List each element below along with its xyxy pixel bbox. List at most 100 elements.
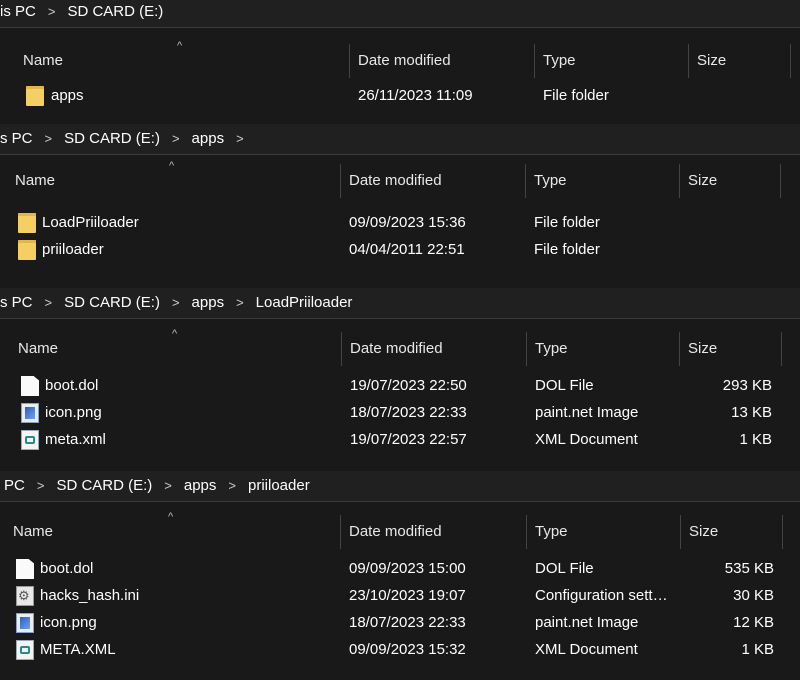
- breadcrumb-item-apps[interactable]: apps: [192, 130, 225, 147]
- file-name: meta.xml: [45, 431, 106, 448]
- file-row[interactable]: priiloader 04/04/2011 22:51 File folder: [0, 237, 800, 264]
- chevron-right-icon: >: [228, 478, 236, 493]
- column-divider[interactable]: [781, 332, 782, 366]
- file-size: 293 KB: [722, 377, 772, 394]
- column-divider[interactable]: [526, 332, 527, 366]
- column-header-size[interactable]: Size: [689, 523, 718, 540]
- column-divider[interactable]: [688, 44, 689, 78]
- column-header-name[interactable]: Name: [13, 523, 53, 540]
- breadcrumb-item-sd-card[interactable]: SD CARD (E:): [67, 3, 163, 20]
- sort-ascending-icon: ^: [177, 40, 183, 52]
- file-type: DOL File: [535, 560, 594, 577]
- breadcrumb-item-loadpriiloader[interactable]: LoadPriiloader: [256, 294, 353, 311]
- chevron-right-icon: >: [236, 295, 244, 310]
- file-row[interactable]: boot.dol 19/07/2023 22:50 DOL File 293 K…: [0, 373, 800, 400]
- breadcrumb-item-this-pc[interactable]: s PC: [0, 294, 33, 311]
- breadcrumb-item-this-pc[interactable]: is PC: [0, 3, 36, 20]
- column-header-type[interactable]: Type: [535, 523, 568, 540]
- column-divider[interactable]: [340, 515, 341, 549]
- file-type: File folder: [543, 87, 609, 104]
- column-header-size[interactable]: Size: [688, 172, 717, 189]
- column-divider[interactable]: [349, 44, 350, 78]
- address-bar[interactable]: s PC > SD CARD (E:) > apps >: [0, 124, 800, 155]
- breadcrumb-item-sd-card[interactable]: SD CARD (E:): [56, 477, 152, 494]
- file-icon: [16, 559, 34, 579]
- file-row[interactable]: icon.png 18/07/2023 22:33 paint.net Imag…: [0, 610, 800, 637]
- column-divider[interactable]: [679, 332, 680, 366]
- sort-ascending-icon: ^: [172, 328, 178, 340]
- column-header-date[interactable]: Date modified: [350, 340, 443, 357]
- folder-icon: [18, 240, 36, 260]
- column-header-name[interactable]: Name: [18, 340, 58, 357]
- address-bar[interactable]: is PC > SD CARD (E:): [0, 0, 800, 28]
- column-divider[interactable]: [340, 164, 341, 198]
- explorer-window-sdcard: is PC > SD CARD (E:) ^ Name Date modifie…: [0, 0, 800, 124]
- column-header-date[interactable]: Date modified: [349, 172, 442, 189]
- breadcrumb-item-priiloader[interactable]: priiloader: [248, 477, 310, 494]
- column-divider[interactable]: [341, 332, 342, 366]
- file-date: 26/11/2023 11:09: [358, 87, 473, 104]
- file-date: 23/10/2023 19:07: [349, 587, 466, 604]
- column-divider[interactable]: [782, 515, 783, 549]
- column-header-name[interactable]: Name: [15, 172, 55, 189]
- column-header-row: ^ Name Date modified Type Size: [0, 324, 800, 372]
- address-bar[interactable]: s PC > SD CARD (E:) > apps > LoadPriiloa…: [0, 288, 800, 319]
- address-bar[interactable]: PC > SD CARD (E:) > apps > priiloader: [0, 471, 800, 502]
- column-header-size[interactable]: Size: [697, 52, 726, 69]
- column-header-size[interactable]: Size: [688, 340, 717, 357]
- file-name: boot.dol: [45, 377, 99, 394]
- column-divider[interactable]: [526, 515, 527, 549]
- chevron-right-icon: >: [171, 295, 180, 310]
- file-date: 18/07/2023 22:33: [349, 614, 466, 631]
- breadcrumb-item-apps[interactable]: apps: [192, 294, 225, 311]
- column-header-type[interactable]: Type: [535, 340, 568, 357]
- breadcrumb-item-sd-card[interactable]: SD CARD (E:): [64, 130, 160, 147]
- file-date: 18/07/2023 22:33: [350, 404, 467, 421]
- column-header-row: ^ Name Date modified Type Size: [0, 36, 800, 84]
- chevron-right-icon: >: [44, 131, 53, 146]
- column-header-row: ^ Name Date modified Type Size: [0, 507, 800, 555]
- file-type: File folder: [534, 241, 600, 258]
- column-header-row: ^ Name Date modified Type Size: [0, 156, 800, 204]
- file-date: 04/04/2011 22:51: [349, 241, 465, 258]
- breadcrumb-item-this-pc[interactable]: s PC: [0, 130, 33, 147]
- chevron-right-icon: >: [236, 131, 244, 146]
- file-row[interactable]: icon.png 18/07/2023 22:33 paint.net Imag…: [0, 400, 800, 427]
- file-date: 09/09/2023 15:32: [349, 641, 466, 658]
- column-divider[interactable]: [679, 164, 680, 198]
- column-header-date[interactable]: Date modified: [349, 523, 442, 540]
- file-type: paint.net Image: [535, 404, 639, 421]
- column-divider[interactable]: [525, 164, 526, 198]
- breadcrumb-item-this-pc[interactable]: PC: [4, 477, 25, 494]
- file-row[interactable]: hacks_hash.ini 23/10/2023 19:07 Configur…: [0, 583, 800, 610]
- column-divider[interactable]: [680, 515, 681, 549]
- column-divider[interactable]: [780, 164, 781, 198]
- file-date: 19/07/2023 22:57: [350, 431, 467, 448]
- chevron-right-icon: >: [164, 478, 172, 493]
- image-file-icon: [16, 613, 34, 633]
- column-header-type[interactable]: Type: [534, 172, 567, 189]
- explorer-window-apps: s PC > SD CARD (E:) > apps > ^ Name Date…: [0, 124, 800, 289]
- column-header-date[interactable]: Date modified: [358, 52, 451, 69]
- file-name: META.XML: [40, 641, 116, 658]
- xml-file-icon: [21, 430, 39, 450]
- column-header-type[interactable]: Type: [543, 52, 576, 69]
- column-divider[interactable]: [534, 44, 535, 78]
- file-name: priiloader: [42, 241, 104, 258]
- file-row[interactable]: LoadPriiloader 09/09/2023 15:36 File fol…: [0, 210, 800, 237]
- column-divider[interactable]: [790, 44, 791, 78]
- breadcrumb-item-apps[interactable]: apps: [184, 477, 217, 494]
- column-header-name[interactable]: Name: [23, 52, 63, 69]
- breadcrumb-item-sd-card[interactable]: SD CARD (E:): [64, 294, 160, 311]
- file-type: XML Document: [535, 431, 638, 448]
- file-name: icon.png: [40, 614, 97, 631]
- file-type: XML Document: [535, 641, 638, 658]
- file-size: 12 KB: [733, 614, 774, 631]
- file-row[interactable]: META.XML 09/09/2023 15:32 XML Document 1…: [0, 637, 800, 664]
- file-row[interactable]: boot.dol 09/09/2023 15:00 DOL File 535 K…: [0, 556, 800, 583]
- file-row[interactable]: meta.xml 19/07/2023 22:57 XML Document 1…: [0, 427, 800, 454]
- xml-file-icon: [16, 640, 34, 660]
- file-name: boot.dol: [40, 560, 94, 577]
- file-date: 09/09/2023 15:36: [349, 214, 466, 231]
- file-row[interactable]: apps 26/11/2023 11:09 File folder: [0, 83, 800, 110]
